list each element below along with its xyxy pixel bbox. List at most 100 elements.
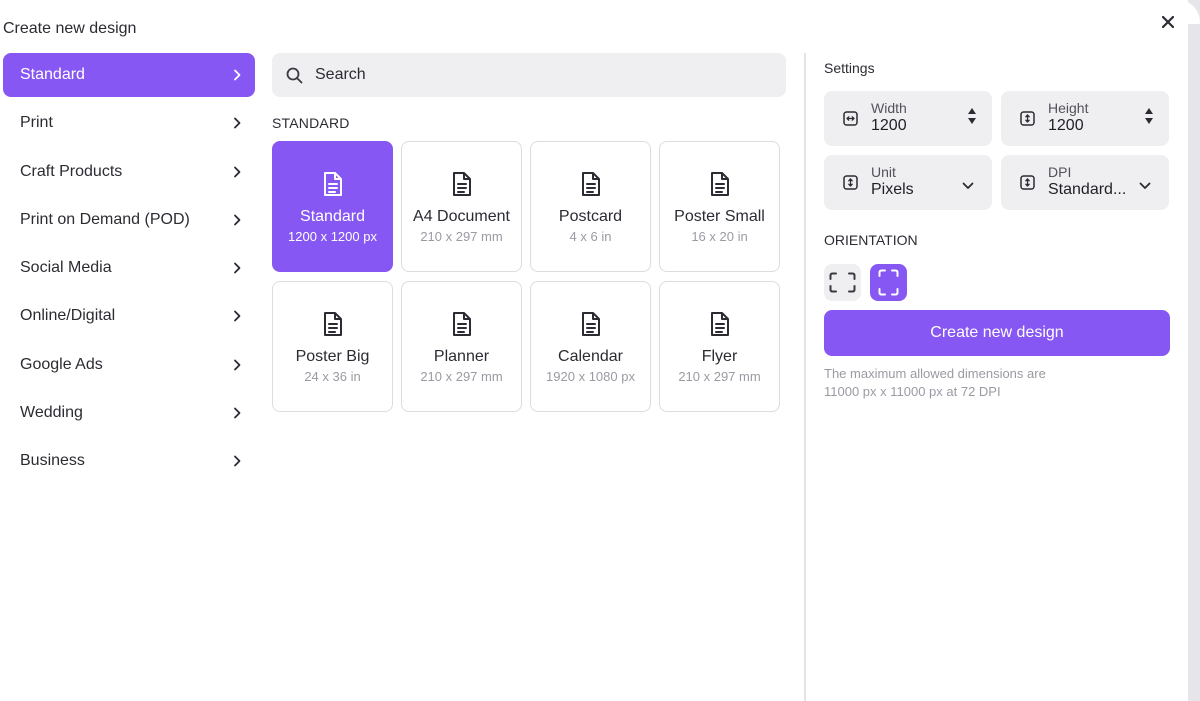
template-dims: 16 x 20 in [691,229,748,244]
dpi-select[interactable]: DPI Standard... [1001,155,1169,210]
width-value[interactable]: 1200 [871,117,907,135]
hint-line-1: The maximum allowed dimensions are [824,366,1046,381]
width-field[interactable]: Width 1200 [824,91,992,146]
chevron-right-icon [233,213,243,227]
sidebar-item-wedding[interactable]: Wedding [3,391,255,435]
sidebar-item-label: Business [20,452,85,470]
sidebar-item-social-media[interactable]: Social Media [3,246,255,290]
caret-up-icon[interactable] [968,108,976,114]
template-dims: 4 x 6 in [569,229,612,244]
create-design-button[interactable]: Create new design [824,310,1170,356]
sidebar-item-label: Social Media [20,259,112,277]
template-card-poster-big[interactable]: Poster Big 24 x 36 in [272,281,393,412]
sidebar-item-print-on-demand[interactable]: Print on Demand (POD) [3,198,255,242]
template-grid: Standard 1200 x 1200 px A4 Document 210 … [272,141,780,412]
height-value[interactable]: 1200 [1048,117,1084,135]
width-stepper[interactable] [968,108,976,124]
close-icon [1162,16,1174,28]
orientation-label: ORIENTATION [824,232,918,248]
sidebar-item-label: Print [20,114,53,132]
template-name: Postcard [558,208,623,225]
dpi-label: DPI [1048,164,1072,180]
template-name: Poster Big [295,348,370,365]
template-card-planner[interactable]: Planner 210 x 297 mm [401,281,522,412]
window-edge [1176,0,1200,701]
template-card-postcard[interactable]: Postcard 4 x 6 in [530,141,651,272]
unit-label: Unit [871,164,896,180]
settings-title: Settings [824,60,875,76]
template-name: A4 Document [413,208,510,225]
sidebar-item-print[interactable]: Print [3,101,255,145]
search-bar[interactable] [272,53,786,97]
height-field[interactable]: Height 1200 [1001,91,1169,146]
template-name: Planner [433,348,490,365]
orientation-portrait-button[interactable] [870,264,907,301]
template-dims: 1920 x 1080 px [546,369,635,384]
sidebar-item-standard[interactable]: Standard [3,53,255,97]
dimensions-hint: The maximum allowed dimensions are 11000… [824,365,1124,401]
document-icon [580,170,602,198]
dialog-title: Create new design [3,20,137,37]
template-card-a4-document[interactable]: A4 Document 210 x 297 mm [401,141,522,272]
dpi-icon [1020,175,1035,195]
sidebar-item-label: Standard [20,66,85,83]
document-icon [451,310,473,338]
sidebar-item-label: Google Ads [20,355,103,373]
document-icon [580,310,602,338]
chevron-right-icon [233,309,243,323]
panel-divider [804,53,806,701]
document-icon [322,170,344,198]
height-icon [1020,111,1035,131]
template-dims: 210 x 297 mm [420,369,503,384]
category-sidebar: Standard Print Craft Products Print on D… [3,53,255,488]
sidebar-item-label: Online/Digital [20,307,116,325]
chevron-down-icon[interactable] [962,177,974,195]
unit-value: Pixels [871,181,914,198]
height-label: Height [1048,100,1089,116]
template-dims: 210 x 297 mm [678,369,761,384]
width-label: Width [871,100,907,116]
template-card-flyer[interactable]: Flyer 210 x 297 mm [659,281,780,412]
unit-select[interactable]: Unit Pixels [824,155,992,210]
chevron-down-icon[interactable] [1139,177,1151,195]
template-card-standard[interactable]: Standard 1200 x 1200 px [272,141,393,272]
sidebar-item-label: Print on Demand (POD) [20,210,190,228]
chevron-right-icon [233,261,243,275]
template-dims: 210 x 297 mm [420,229,503,244]
template-name: Calendar [558,348,623,365]
chevron-right-icon [233,165,243,179]
sidebar-item-label: Craft Products [20,162,123,180]
dpi-value: Standard... [1048,181,1127,198]
sidebar-item-business[interactable]: Business [3,439,255,483]
sidebar-item-craft-products[interactable]: Craft Products [3,150,255,194]
template-dims: 1200 x 1200 px [288,229,377,244]
close-button[interactable] [1158,12,1178,32]
caret-down-icon[interactable] [1145,118,1153,124]
sidebar-item-google-ads[interactable]: Google Ads [3,343,255,387]
chevron-right-icon [233,406,243,420]
search-input[interactable] [313,65,757,85]
height-stepper[interactable] [1145,108,1153,124]
width-icon [843,111,858,131]
document-icon [709,310,731,338]
document-icon [451,170,473,198]
sidebar-item-online-digital[interactable]: Online/Digital [3,294,255,338]
template-name: Standard [300,208,365,225]
template-dims: 24 x 36 in [304,369,361,384]
caret-up-icon[interactable] [1145,108,1153,114]
section-heading: STANDARD [272,115,350,131]
template-card-calendar[interactable]: Calendar 1920 x 1080 px [530,281,651,412]
hint-line-2: 11000 px x 11000 px at 72 DPI [824,384,1001,399]
template-name: Poster Small [674,208,765,225]
chevron-right-icon [233,358,243,372]
chevron-right-icon [233,68,243,82]
unit-icon [843,175,858,195]
portrait-icon [878,269,899,296]
search-icon [286,67,303,83]
template-card-poster-small[interactable]: Poster Small 16 x 20 in [659,141,780,272]
document-icon [322,310,344,338]
sidebar-item-label: Wedding [20,404,83,422]
orientation-landscape-button[interactable] [824,264,861,301]
caret-down-icon[interactable] [968,118,976,124]
document-icon [709,170,731,198]
